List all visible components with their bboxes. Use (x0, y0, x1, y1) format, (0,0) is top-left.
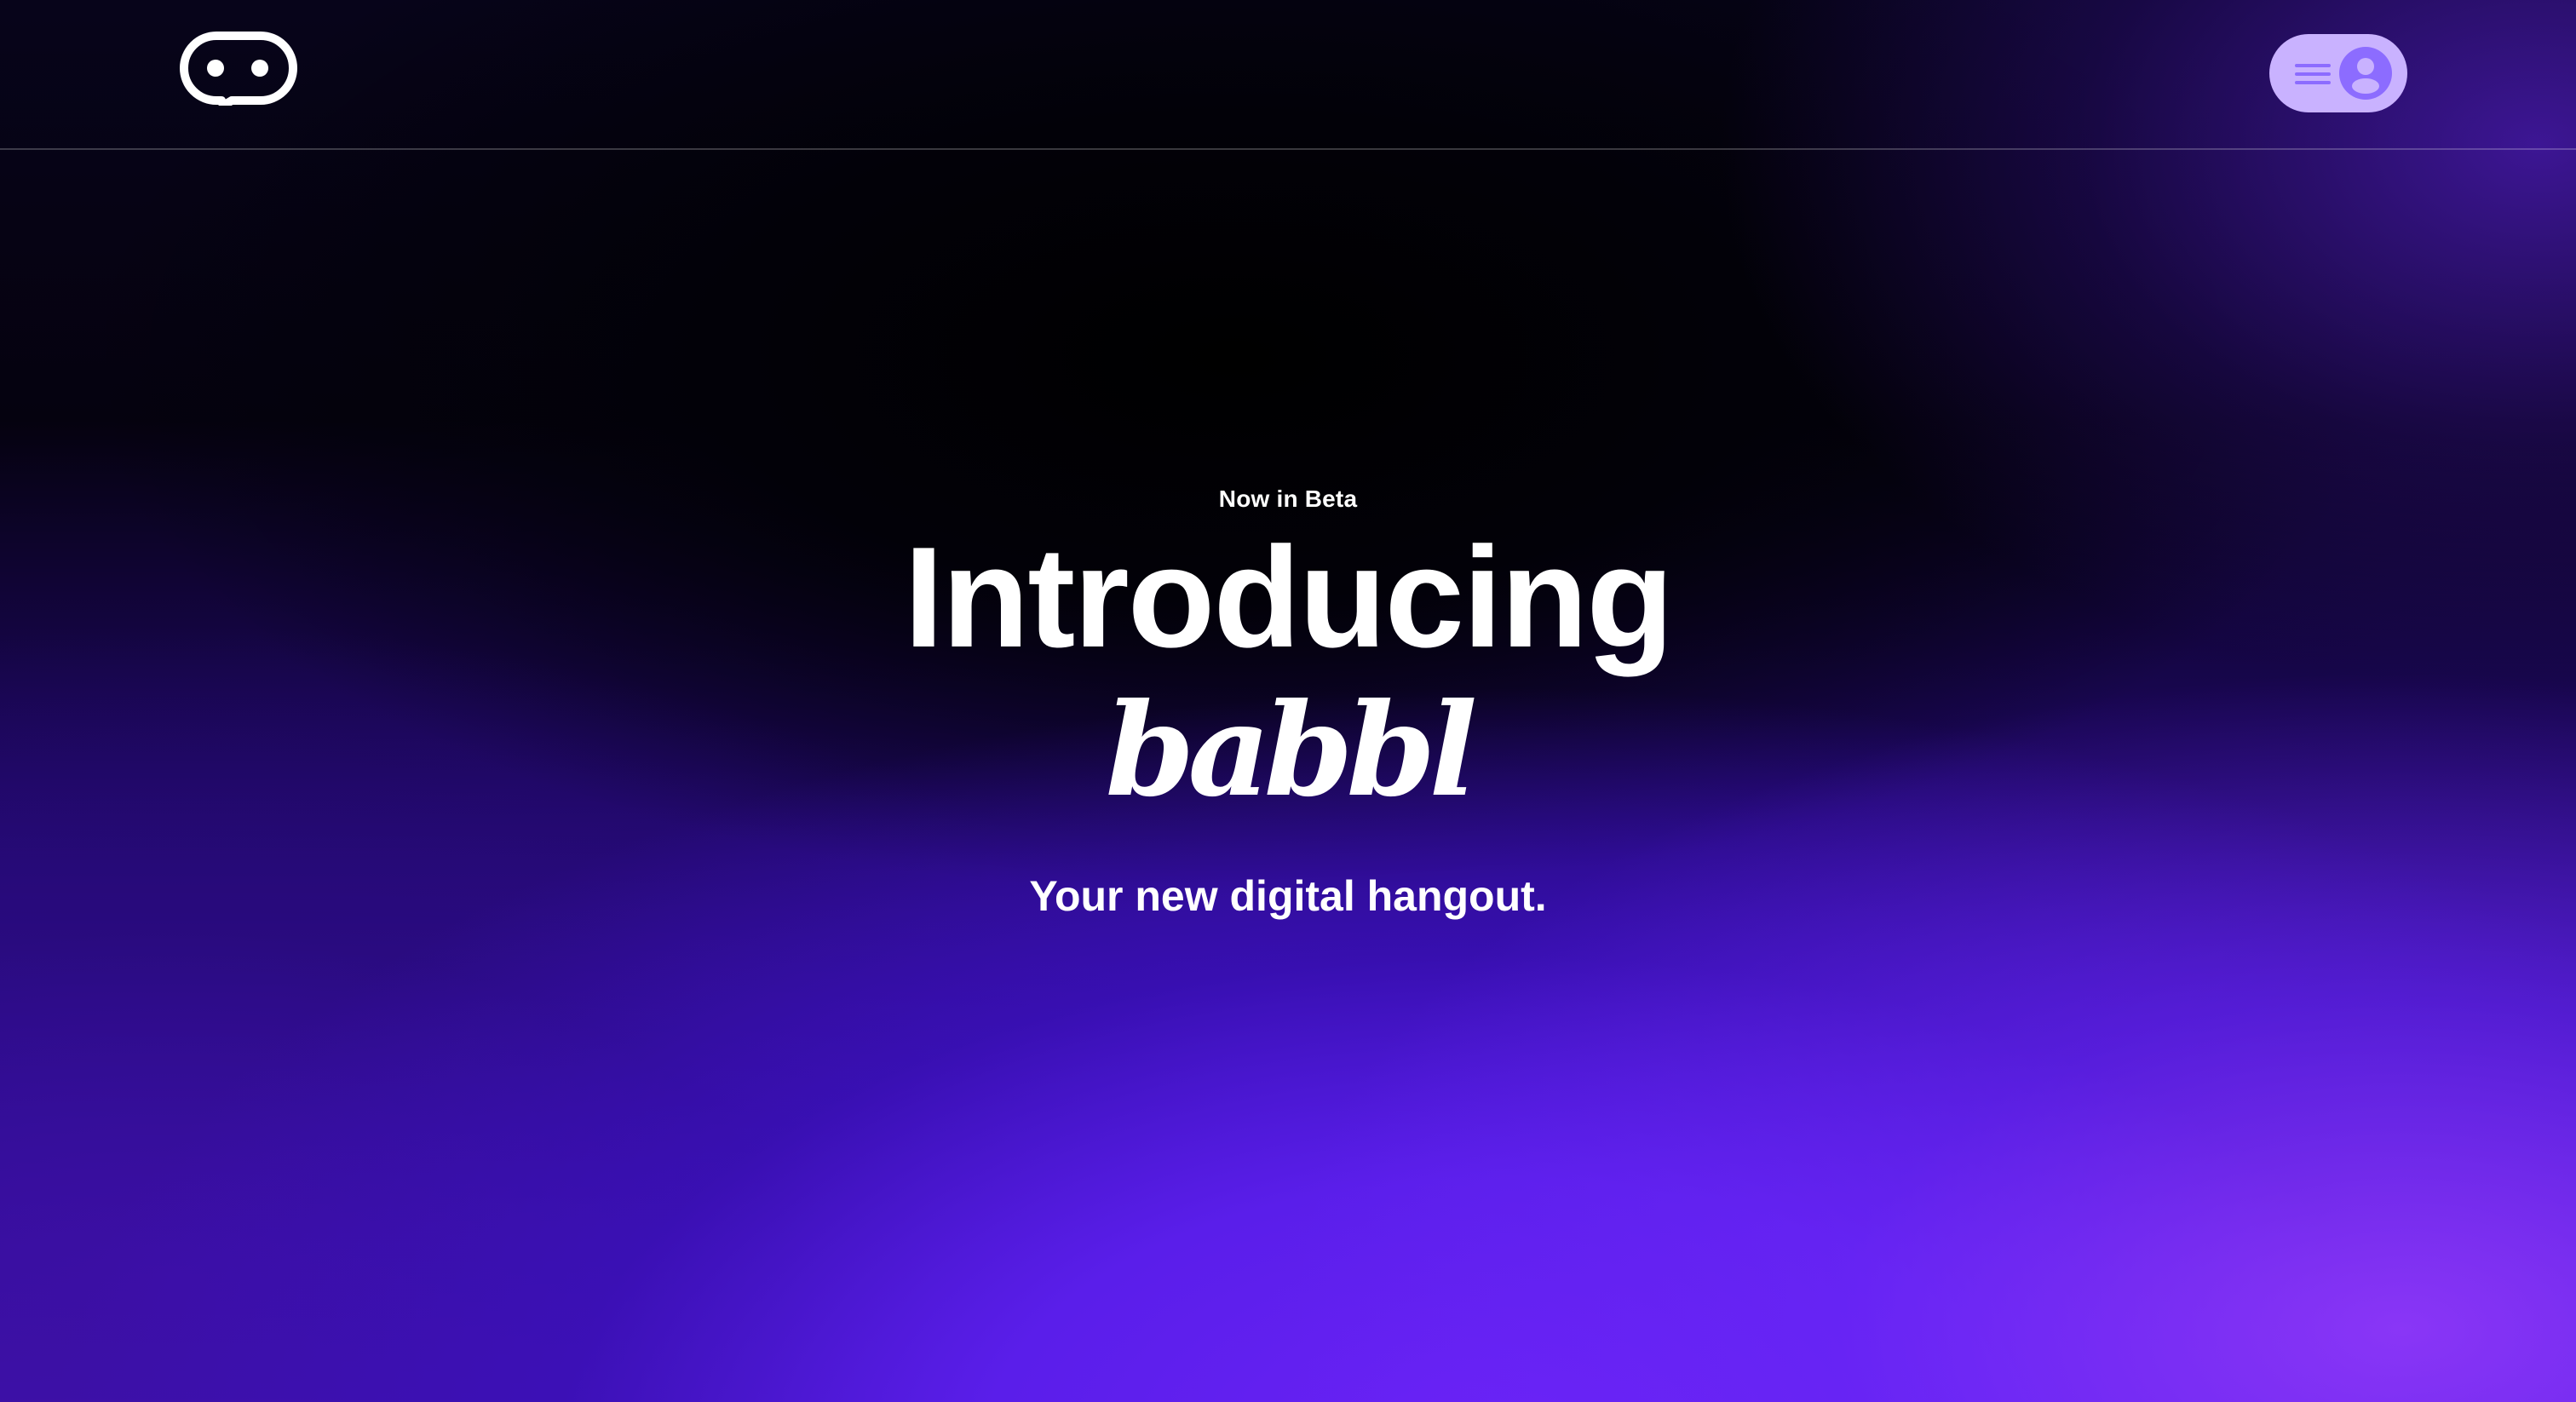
babbl-logo-icon[interactable] (179, 31, 298, 110)
beta-label: Now in Beta (1218, 486, 1358, 512)
brand-wordmark: babbl (1105, 675, 1478, 825)
hero-tagline: Your new digital hangout. (1029, 872, 1547, 920)
hero-headline: Introducing (904, 517, 1674, 677)
site-header (0, 0, 2576, 150)
hamburger-icon (2295, 64, 2331, 84)
user-avatar-icon (2339, 47, 2392, 100)
account-menu-button[interactable] (2269, 34, 2407, 112)
